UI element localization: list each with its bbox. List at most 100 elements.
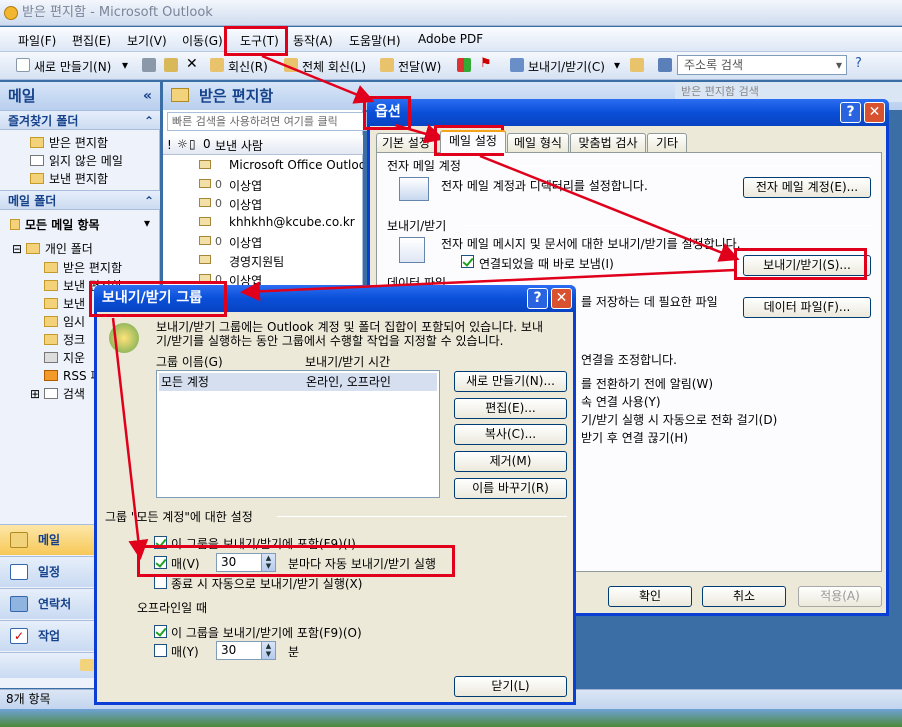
rss-icon <box>44 370 58 381</box>
delete-icon[interactable]: ✕ <box>186 56 198 72</box>
menu-adobe-pdf[interactable]: Adobe PDF <box>418 32 483 46</box>
cancel-button[interactable]: 취소 <box>702 586 786 607</box>
tab-other[interactable]: 기타 <box>647 133 687 152</box>
reply-all-button[interactable]: 전체 회신(L) <box>302 58 366 75</box>
mail-folders-chevron-icon[interactable]: ⌃ <box>144 191 154 211</box>
reply-button[interactable]: 회신(R) <box>228 58 268 75</box>
all-mail-dropdown-icon[interactable]: ▾ <box>144 216 150 230</box>
send-immediately-checkbox[interactable] <box>461 255 474 268</box>
mail-folders-header[interactable]: 메일 폴더 ⌃ <box>0 190 160 210</box>
edit-group-button[interactable]: 편집(E)... <box>454 398 567 419</box>
all-mail-items[interactable]: 모든 메일 항목 ▾ <box>10 216 150 233</box>
stepper-arrows-icon[interactable]: ▲ ▼ <box>261 642 275 659</box>
sender-column-header[interactable]: 보낸 사람 <box>215 137 263 154</box>
dialup-option-warn[interactable]: 를 전환하기 전에 알림(W) <box>581 375 713 392</box>
ok-button[interactable]: 확인 <box>608 586 692 607</box>
email-accounts-button[interactable]: 전자 메일 계정(E)... <box>743 177 871 198</box>
folder-search[interactable]: ⊞ 검색 <box>30 385 85 402</box>
auto-send-offline-checkbox[interactable] <box>154 644 167 657</box>
send-receive-button[interactable]: 보내기/받기(C) <box>528 58 605 75</box>
nav-mail-title: 메일 <box>8 87 36 105</box>
message-row[interactable]: 0 이상엽 <box>163 194 363 213</box>
personal-folders[interactable]: ⊟ 개인 폴더 <box>12 240 93 257</box>
accounts-description: 전자 메일 계정과 디렉터리를 설정합니다. <box>441 179 648 193</box>
importance-column-icon[interactable]: ! <box>167 138 172 152</box>
favorite-inbox[interactable]: 받은 편지함 <box>30 134 108 151</box>
folder-list-icon[interactable] <box>80 659 94 671</box>
close-icon[interactable]: ✕ <box>551 288 572 309</box>
icon-column-icon[interactable]: ▯ <box>189 137 196 151</box>
favorites-header[interactable]: 즐겨찾기 폴더 ⌃ <box>0 110 160 130</box>
dialup-option-hangup[interactable]: 받기 후 연결 끊기(H) <box>581 429 688 446</box>
message-row[interactable]: Microsoft Office Outlook <box>163 156 363 175</box>
folder-inbox[interactable]: 받은 편지함 <box>44 259 122 276</box>
new-dropdown-icon[interactable]: ▾ <box>122 58 128 72</box>
menu-help[interactable]: 도움말(H) <box>349 32 401 49</box>
folder-deleted[interactable]: 지운 <box>44 349 85 366</box>
rename-group-button[interactable]: 이름 바꾸기(R) <box>454 478 567 499</box>
send-receive-dropdown-icon[interactable]: ▾ <box>614 58 620 72</box>
new-group-button[interactable]: 새로 만들기(N)... <box>454 371 567 392</box>
include-offline-checkbox[interactable] <box>154 625 167 638</box>
move-icon[interactable] <box>164 58 178 72</box>
message-row[interactable]: 0 이상엽 <box>163 175 363 194</box>
close-icon[interactable]: ✕ <box>864 102 885 123</box>
menu-go[interactable]: 이동(G) <box>182 32 223 49</box>
remove-group-button[interactable]: 제거(M) <box>454 451 567 472</box>
favorite-sent[interactable]: 보낸 편지함 <box>30 170 108 187</box>
folder-inbox-label: 받은 편지함 <box>63 261 123 275</box>
reminder-column-icon[interactable]: ☼ <box>177 137 188 151</box>
attachment-column-icon[interactable]: 0 <box>203 137 211 151</box>
offline-minutes-stepper[interactable]: 30 ▲ ▼ <box>216 641 276 660</box>
collapse-pane-icon[interactable]: « <box>143 82 152 110</box>
address-book-icon[interactable] <box>658 58 672 72</box>
group-name-cell: 모든 계정 <box>161 375 209 389</box>
flag-icon[interactable]: ⚑ <box>480 56 492 71</box>
folder-outbox[interactable]: 보낸 <box>44 295 85 312</box>
menu-edit[interactable]: 편집(E) <box>72 32 111 49</box>
favorite-unread[interactable]: 읽지 않은 메일 <box>30 152 123 169</box>
search-folder-icon <box>43 388 58 399</box>
dialup-option-autodial[interactable]: 기/받기 실행 시 자동으로 전화 걸기(D) <box>581 411 777 428</box>
group-row[interactable]: 모든 계정 온라인, 오프라인 <box>159 373 437 391</box>
folder-junk[interactable]: 정크 <box>44 331 85 348</box>
folder-junk-label: 정크 <box>63 333 86 347</box>
tab-preferences[interactable]: 기본 설정 <box>376 133 436 152</box>
categorize-icon[interactable] <box>457 58 471 72</box>
dialup-option-existing[interactable]: 속 연결 사용(Y) <box>581 393 661 410</box>
desktop-background <box>0 709 902 727</box>
tab-mail-format[interactable]: 메일 형식 <box>507 133 569 152</box>
data-files-button[interactable]: 데이터 파일(F)... <box>743 297 871 318</box>
menu-actions[interactable]: 동작(A) <box>293 32 333 49</box>
group-list[interactable]: 모든 계정 온라인, 오프라인 <box>156 370 440 498</box>
address-search-input[interactable]: 주소록 검색 ▾ <box>677 55 847 75</box>
folder-rss[interactable]: RSS 피 <box>44 367 101 384</box>
menu-view[interactable]: 보기(V) <box>127 32 167 49</box>
new-button[interactable]: 새로 만들기(N) <box>34 58 111 75</box>
help-icon[interactable]: ? <box>855 56 862 71</box>
apply-button[interactable]: 적용(A) <box>798 586 882 607</box>
message-row[interactable]: 0 이상엽 <box>163 232 363 251</box>
quick-search-input[interactable]: 빠른 검색을 사용하려면 여기를 클릭 <box>167 112 367 131</box>
copy-group-button[interactable]: 복사(C)... <box>454 424 567 445</box>
message-row[interactable]: khhkhh@kcube.co.kr <box>163 213 363 232</box>
menu-bar: 파일(F) 편집(E) 보기(V) 이동(G) 도구(T) 동작(A) 도움말(… <box>0 27 902 52</box>
personal-folders-label: 개인 폴더 <box>44 242 93 256</box>
envelope-icon <box>199 179 211 188</box>
send-on-exit-checkbox[interactable] <box>154 576 167 589</box>
menu-file[interactable]: 파일(F) <box>18 32 56 49</box>
find-icon[interactable] <box>630 58 644 72</box>
address-search-dropdown-icon[interactable]: ▾ <box>836 56 842 74</box>
tab-spelling[interactable]: 맞춤법 검사 <box>570 133 646 152</box>
print-icon[interactable] <box>142 58 156 72</box>
help-icon[interactable]: ? <box>527 288 548 309</box>
message-row[interactable]: 경영지원팀 <box>163 251 363 270</box>
favorite-unread-label: 읽지 않은 메일 <box>49 154 123 168</box>
favorites-chevron-icon[interactable]: ⌃ <box>144 111 154 131</box>
help-icon[interactable]: ? <box>840 102 861 123</box>
forward-button[interactable]: 전달(W) <box>398 58 441 75</box>
tab-mail-setup[interactable]: 메일 설정 <box>440 130 506 153</box>
close-button[interactable]: 닫기(L) <box>454 676 567 697</box>
folder-drafts[interactable]: 임시 <box>44 313 85 330</box>
message-sender: 이상엽 <box>229 179 263 193</box>
